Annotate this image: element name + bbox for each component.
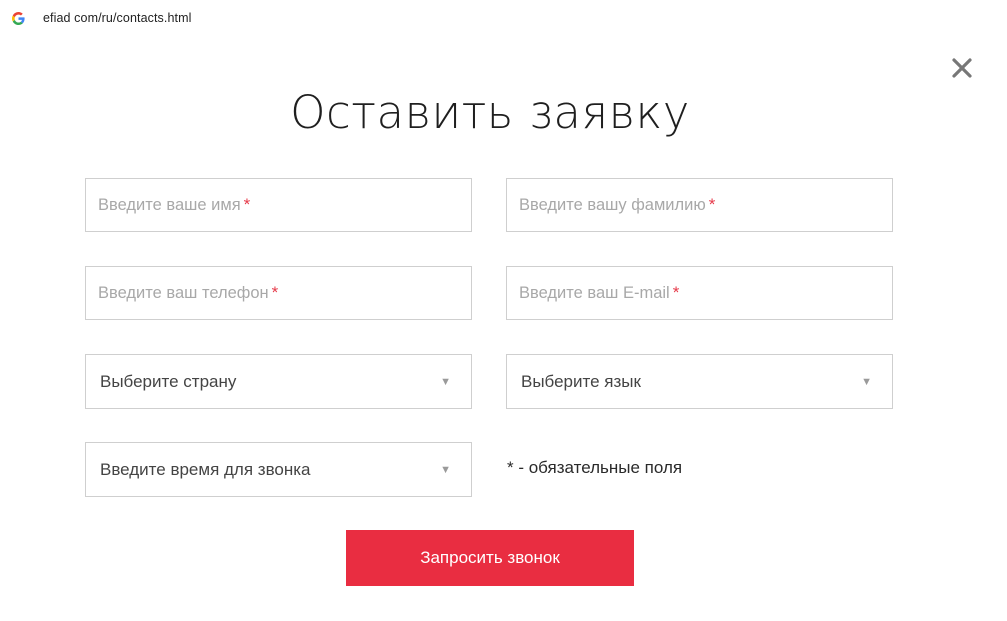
call-time-select-value: Введите время для звонка	[100, 459, 311, 479]
language-select[interactable]: Выберите язык ▼	[506, 354, 893, 409]
required-mark: *	[672, 283, 680, 302]
phone-placeholder: Введите ваш телефон	[98, 283, 269, 302]
required-fields-note: * - обязательные поля	[507, 458, 683, 477]
request-call-button[interactable]: Запросить звонок	[346, 530, 634, 586]
dropdown-arrow-icon: ▼	[440, 375, 451, 388]
google-g-icon	[12, 11, 25, 25]
call-time-select[interactable]: Введите время для звонка ▼	[85, 442, 472, 497]
email-input[interactable]: Введите ваш E-mail *	[506, 266, 893, 320]
required-mark: *	[708, 195, 716, 214]
required-mark: *	[271, 283, 279, 302]
phone-input[interactable]: Введите ваш телефон *	[85, 266, 472, 320]
dropdown-arrow-icon: ▼	[440, 463, 451, 476]
url-bar[interactable]: efiad com/ru/contacts.html	[12, 9, 192, 27]
language-select-value: Выберите язык	[521, 371, 641, 391]
last-name-input[interactable]: Введите вашу фамилию *	[506, 178, 893, 232]
modal-title: Оставить заявку	[290, 86, 690, 139]
close-icon	[952, 58, 972, 78]
dropdown-arrow-icon: ▼	[861, 375, 872, 388]
first-name-placeholder: Введите ваше имя	[98, 195, 241, 214]
last-name-placeholder: Введите вашу фамилию	[519, 195, 706, 214]
url-text[interactable]: efiad com/ru/contacts.html	[43, 11, 192, 25]
email-placeholder: Введите ваш E-mail	[519, 283, 670, 302]
close-button[interactable]	[948, 54, 976, 82]
required-mark: *	[243, 195, 251, 214]
country-select-value: Выберите страну	[100, 371, 237, 391]
contact-page: efiad com/ru/contacts.html Оставить заяв…	[0, 0, 1007, 621]
first-name-input[interactable]: Введите ваше имя *	[85, 178, 472, 232]
country-select[interactable]: Выберите страну ▼	[85, 354, 472, 409]
